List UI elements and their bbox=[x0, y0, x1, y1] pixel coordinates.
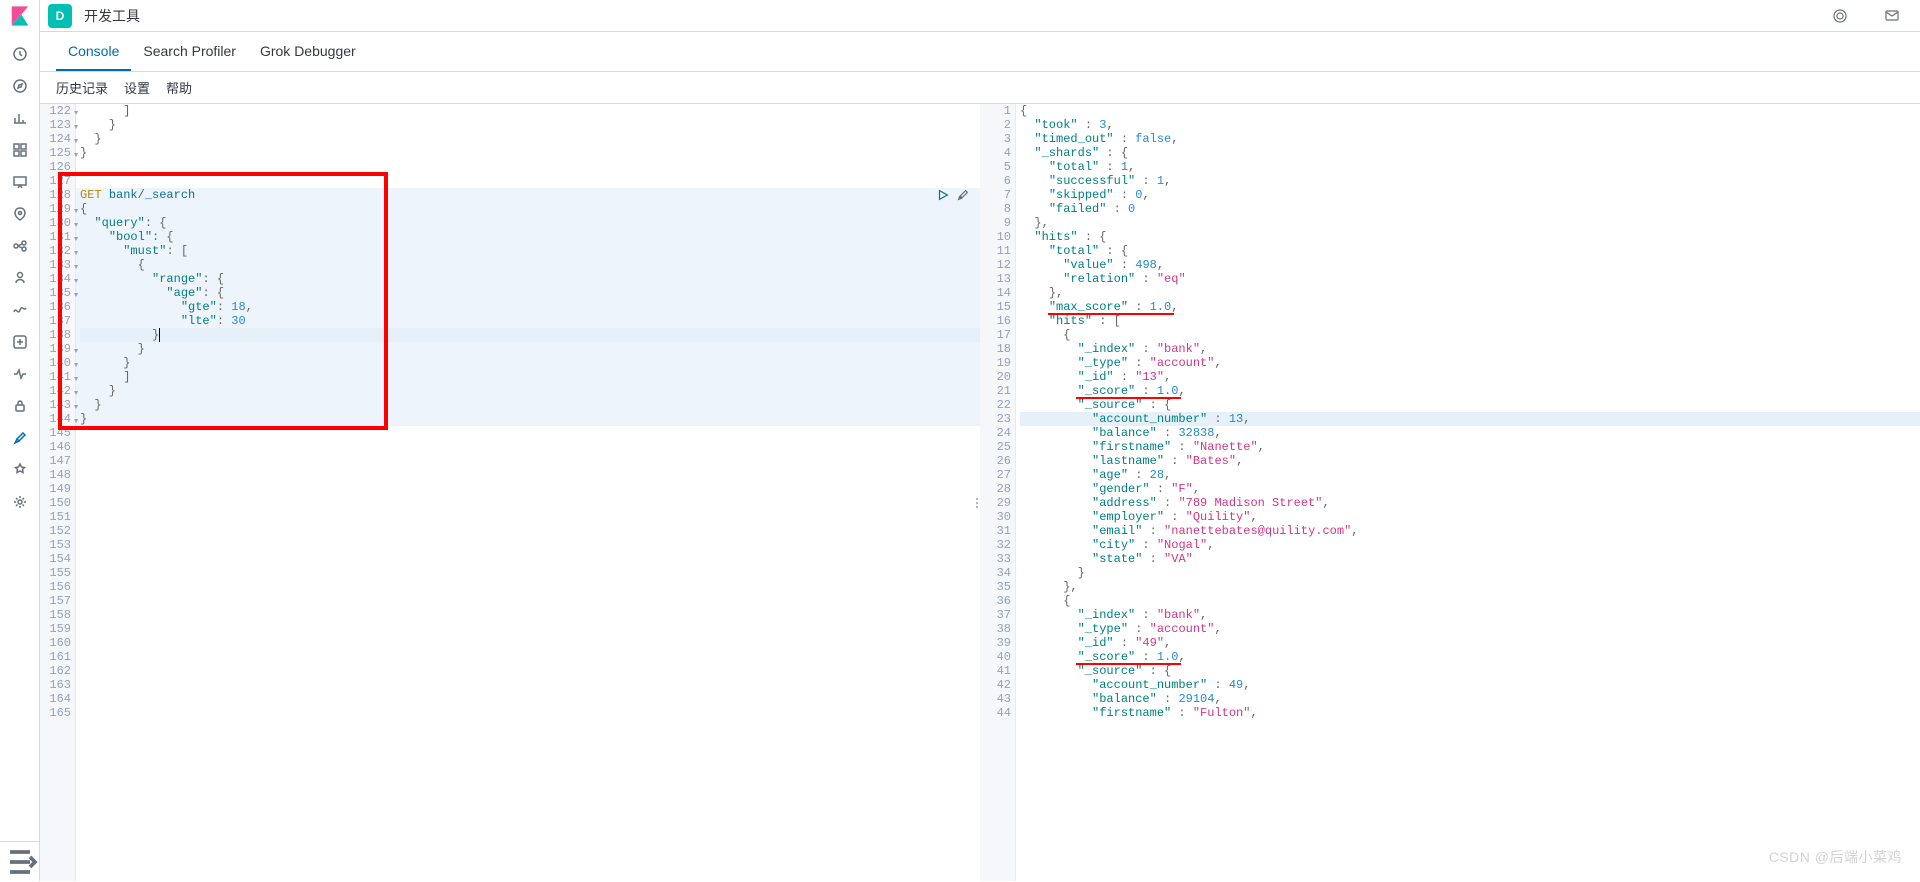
nav-devtools-icon[interactable] bbox=[0, 422, 40, 454]
nav-maps-icon[interactable] bbox=[0, 198, 40, 230]
nav-recent-icon[interactable] bbox=[0, 38, 40, 70]
subtab-history[interactable]: 历史记录 bbox=[56, 78, 108, 97]
sub-tabs: 历史记录 设置 帮助 bbox=[40, 72, 1920, 104]
kibana-logo[interactable] bbox=[0, 0, 40, 32]
nav-dashboard-icon[interactable] bbox=[0, 134, 40, 166]
request-gutter: 1221231241251261271281291301311321331341… bbox=[40, 104, 76, 881]
subtab-settings[interactable]: 设置 bbox=[124, 78, 150, 97]
main-area: D 开发工具 Console Search Profiler Grok Debu… bbox=[40, 0, 1920, 881]
response-gutter: 1234567891011121314151617181920212223242… bbox=[980, 104, 1016, 881]
tab-search-profiler[interactable]: Search Profiler bbox=[131, 32, 248, 71]
nav-logs-icon[interactable] bbox=[0, 294, 40, 326]
nav-metrics-icon[interactable] bbox=[0, 262, 40, 294]
tab-grok-debugger[interactable]: Grok Debugger bbox=[248, 32, 368, 71]
response-pane[interactable]: 1234567891011121314151617181920212223242… bbox=[980, 104, 1920, 881]
tab-bar: Console Search Profiler Grok Debugger bbox=[40, 32, 1920, 72]
nav-visualize-icon[interactable] bbox=[0, 102, 40, 134]
response-code[interactable]: { "took" : 3, "timed_out" : false, "_sha… bbox=[1016, 104, 1920, 881]
tab-console[interactable]: Console bbox=[56, 32, 131, 71]
editor-panes: 1221231241251261271281291301311321331341… bbox=[40, 104, 1920, 881]
nav-siem-icon[interactable] bbox=[0, 390, 40, 422]
nav-ml-icon[interactable] bbox=[0, 230, 40, 262]
request-code[interactable]: ] } }}GET bank/_search{ "query": { "bool… bbox=[76, 104, 980, 881]
subtab-help[interactable]: 帮助 bbox=[166, 78, 192, 97]
request-pane[interactable]: 1221231241251261271281291301311321331341… bbox=[40, 104, 980, 881]
app-chip[interactable]: D bbox=[48, 4, 72, 28]
top-bar: D 开发工具 bbox=[40, 0, 1920, 32]
nav-apm-icon[interactable] bbox=[0, 326, 40, 358]
run-buttons bbox=[936, 188, 970, 205]
nav-uptime-icon[interactable] bbox=[0, 358, 40, 390]
nav-discover-icon[interactable] bbox=[0, 70, 40, 102]
help-icon[interactable] bbox=[1820, 0, 1860, 32]
side-nav bbox=[0, 0, 40, 881]
run-request-icon[interactable] bbox=[936, 188, 950, 205]
feedback-icon[interactable] bbox=[1872, 0, 1912, 32]
app-root: D 开发工具 Console Search Profiler Grok Debu… bbox=[0, 0, 1920, 881]
nav-monitoring-icon[interactable] bbox=[0, 454, 40, 486]
nav-collapse-icon[interactable] bbox=[0, 841, 40, 881]
nav-canvas-icon[interactable] bbox=[0, 166, 40, 198]
nav-management-icon[interactable] bbox=[0, 486, 40, 518]
breadcrumb-title: 开发工具 bbox=[84, 6, 140, 26]
request-options-icon[interactable] bbox=[956, 188, 970, 205]
